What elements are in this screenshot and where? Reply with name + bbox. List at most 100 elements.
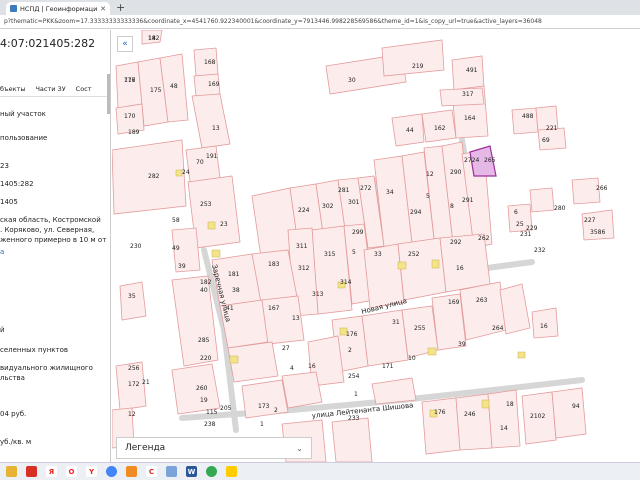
parcel[interactable] (421, 397, 461, 455)
parcel-number-label: 41 (226, 305, 234, 312)
parcel[interactable] (115, 61, 143, 109)
parcel-number-label: 2724 (464, 157, 479, 164)
legend-panel[interactable]: Легенда ⌄ (116, 437, 312, 459)
yandex2-icon[interactable] (226, 466, 237, 477)
parcel-number-label: 175 (150, 87, 162, 94)
parcel[interactable] (371, 377, 417, 405)
parcel-number-label: 39 (178, 263, 186, 270)
map-canvas[interactable]: Новая улица Заречная улица улица Лейтена… (112, 30, 640, 462)
info-line: селенных пунктов (0, 346, 68, 354)
parcel-number-label: 31 (392, 319, 400, 326)
parcel-number-label: 162 (434, 125, 446, 132)
tab-composition[interactable]: Сост (76, 83, 92, 96)
parcel-number-label: 255 (414, 325, 426, 332)
parcel-number-label: 260 (196, 385, 208, 392)
parcel[interactable] (119, 281, 147, 321)
parcel-number-label: 280 (554, 205, 566, 212)
parcel-number-label: 16 (308, 363, 316, 370)
parcel-number-label: 12 (128, 411, 136, 418)
parcel-number-label: 170 (124, 113, 136, 120)
info-line: видуального жилищного (0, 364, 93, 372)
parcel-number-label: 34 (386, 189, 394, 196)
info-line: 1405 (0, 198, 18, 206)
parcel-number-label: 48 (170, 83, 178, 90)
parcel[interactable] (331, 417, 373, 462)
parcel-number-label: 291 (462, 197, 474, 204)
browser-tab[interactable]: НСПД | Геоинформационный ... ✕ (6, 2, 110, 15)
c-app-icon[interactable]: C (146, 466, 157, 477)
parcel-number-label: 33 (374, 251, 382, 258)
parcel-number-label: 253 (200, 201, 212, 208)
parcel-number-label: 19 (200, 397, 208, 404)
tab-objects[interactable]: бъекты (0, 83, 25, 96)
parcel-number-label: 13 (212, 125, 220, 132)
info-line: . Коряково, ул. Северная, (0, 226, 95, 234)
parcel-number-label: 5 (426, 193, 430, 200)
parcel-number-label: 115 (206, 409, 218, 416)
parcel-number-label: 167 (268, 305, 280, 312)
parcel-number-label: 290 (450, 169, 462, 176)
chrome2-icon[interactable] (206, 466, 217, 477)
parcel[interactable] (281, 371, 323, 409)
parcel[interactable] (241, 379, 289, 419)
parcel-number-label: 25 (516, 221, 524, 228)
parcel-number-label: 254 (348, 373, 360, 380)
opera-icon[interactable]: O (66, 466, 77, 477)
collapse-panel-button[interactable]: « (117, 36, 133, 52)
files-icon[interactable] (6, 466, 17, 477)
parcel-number-label: 299 (352, 229, 364, 236)
building (431, 259, 440, 269)
parcel-number-label: 285 (198, 337, 210, 344)
parcel[interactable] (529, 187, 555, 213)
parcel-number-label: 172 (128, 381, 140, 388)
yandex-icon[interactable]: Я (46, 466, 57, 477)
parcel-number-label: 238 (204, 421, 216, 428)
parcel-number-label: 18 (506, 401, 514, 408)
parcel[interactable] (381, 39, 445, 77)
info-line: уб./кв. м (0, 438, 32, 446)
building (207, 221, 216, 230)
parcel-number-label: 256 (128, 365, 140, 372)
parcel-number-label: 262 (478, 235, 490, 242)
parcel-number-label: 2 (348, 347, 352, 354)
parcel[interactable] (551, 387, 587, 439)
building (481, 399, 490, 409)
tile-app-icon[interactable] (126, 466, 137, 477)
parcel[interactable] (361, 309, 409, 367)
cadastral-map[interactable]: Новая улица Заречная улица улица Лейтена… (112, 30, 640, 462)
parcel-number-label: 13 (292, 315, 300, 322)
parcel-info-panel: 4:07:021405:282 бъекты Части ЗУ Сост ный… (0, 30, 111, 462)
parcel-number-label: 10 (408, 355, 416, 362)
parcel-number-label: 1 (260, 421, 264, 428)
tab-parts[interactable]: Части ЗУ (35, 83, 65, 96)
building (229, 355, 239, 364)
parcel-number-label: 16 (540, 323, 548, 330)
parcel-number-label: 191 (206, 153, 218, 160)
word-icon[interactable]: W (186, 466, 197, 477)
parcel-number-label: 313 (312, 291, 324, 298)
panel-scrollbar[interactable] (107, 74, 110, 114)
yandex-browser-icon[interactable]: Y (86, 466, 97, 477)
new-tab-button[interactable]: + (116, 1, 125, 14)
chrome-icon[interactable] (106, 466, 117, 477)
building (211, 249, 221, 258)
chevron-up-icon[interactable]: ⌄ (296, 444, 303, 453)
grid-app-icon[interactable] (166, 466, 177, 477)
taskbar: Я O Y C W (0, 462, 640, 480)
address-bar[interactable]: p?thematic=PKK&zoom=17.33333333333336&co… (0, 15, 640, 29)
parcel-number-label: 182 (200, 279, 212, 286)
parcel-number-label: 23 (220, 221, 228, 228)
info-line: женного примерно в 10 м от (0, 236, 107, 244)
parcel[interactable] (487, 389, 521, 449)
info-link[interactable]: а (0, 248, 4, 256)
parcel[interactable] (191, 93, 231, 149)
parcel-number-label: 301 (348, 199, 360, 206)
info-line: 1405:282 (0, 180, 34, 188)
close-tab-icon[interactable]: ✕ (100, 5, 106, 13)
parcel-number-label: 44 (406, 127, 414, 134)
site-favicon-icon (10, 5, 17, 12)
parcel[interactable] (511, 107, 539, 135)
parcel-number-label: 488 (522, 113, 534, 120)
parcel[interactable] (439, 233, 491, 293)
pdf-icon[interactable] (26, 466, 37, 477)
